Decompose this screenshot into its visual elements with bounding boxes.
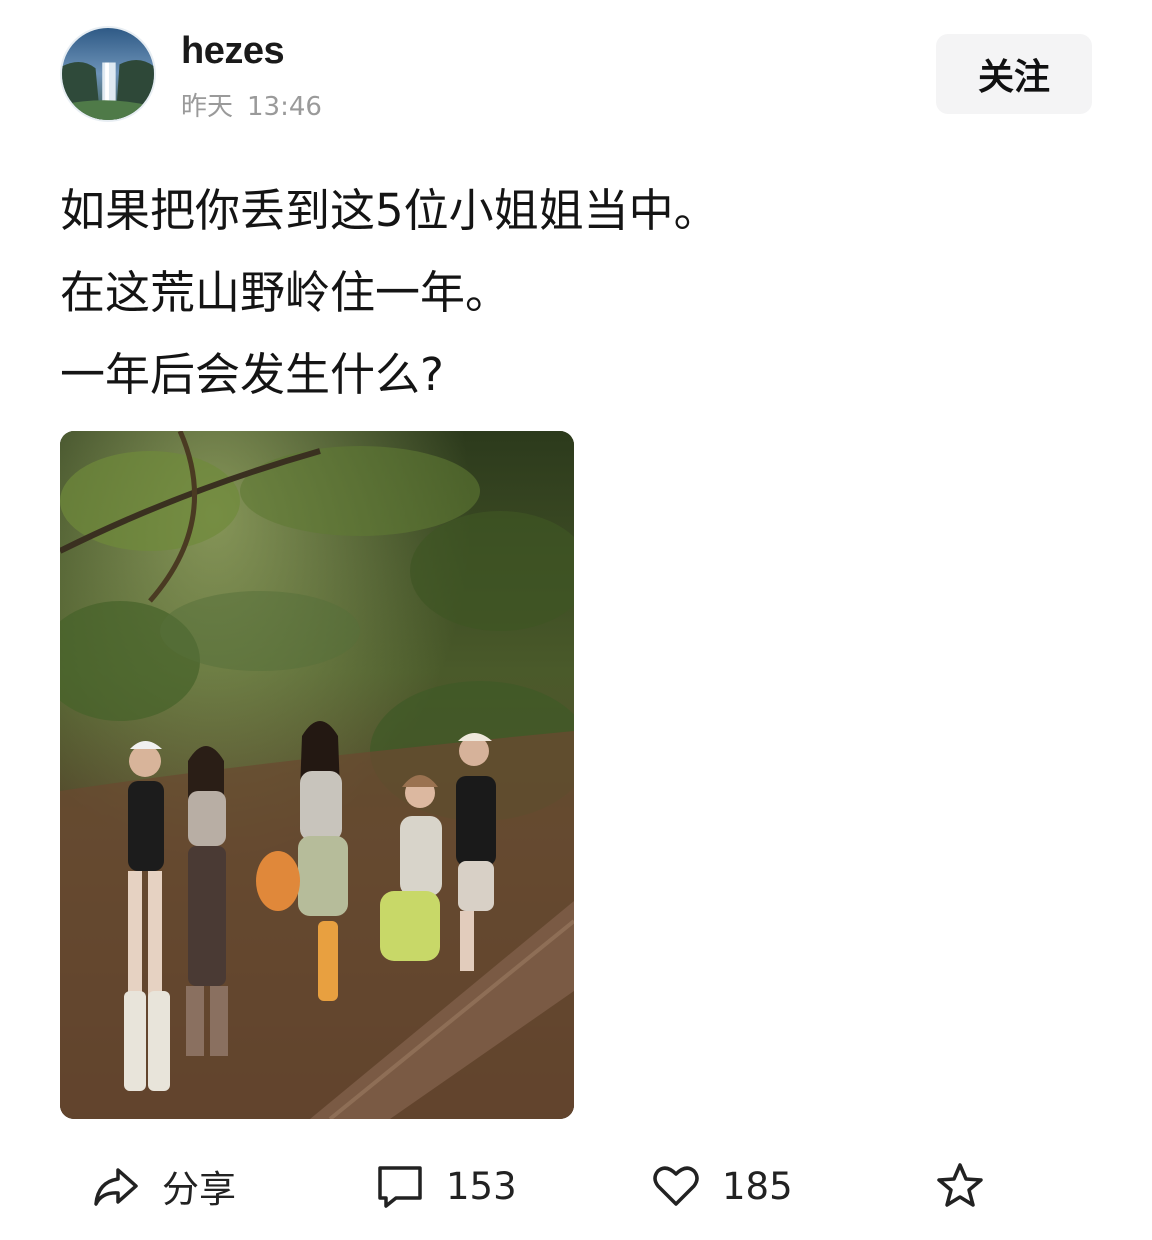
avatar[interactable]: [60, 26, 156, 122]
share-label: 分享: [162, 1168, 236, 1211]
post-action-bar: 分享 153 185: [0, 1150, 1152, 1222]
post-body: 如果把你丢到这5位小姐姐当中。 在这荒山野岭住一年。 一年后会发生什么?: [60, 170, 719, 416]
avatar-waterfall-image: [62, 28, 154, 120]
post-text-line: 一年后会发生什么?: [60, 348, 444, 401]
heart-icon: [648, 1158, 704, 1214]
post-text-line: 在这荒山野岭住一年。: [60, 266, 511, 319]
comment-icon: [372, 1158, 428, 1214]
like-count: 185: [722, 1164, 793, 1208]
share-action[interactable]: 分享: [88, 1150, 236, 1222]
post-meta: 昨天 13:46: [181, 86, 322, 123]
forest-group-photo: [60, 431, 574, 1119]
follow-button[interactable]: 关注: [936, 34, 1092, 114]
author-name[interactable]: hezes: [181, 30, 285, 73]
like-action[interactable]: 185: [648, 1150, 793, 1222]
post-image[interactable]: [60, 431, 574, 1119]
post-time: 13:46: [247, 92, 322, 122]
post-text-line: 如果把你丢到这5位小姐姐当中。: [60, 184, 719, 237]
favorite-action[interactable]: [932, 1150, 988, 1222]
post-header: hezes 昨天 13:46 关注: [60, 26, 1092, 122]
comment-count: 153: [446, 1164, 517, 1208]
star-icon: [932, 1158, 988, 1214]
share-icon: [88, 1158, 144, 1214]
comment-action[interactable]: 153: [372, 1150, 517, 1222]
post-date: 昨天: [181, 92, 234, 122]
